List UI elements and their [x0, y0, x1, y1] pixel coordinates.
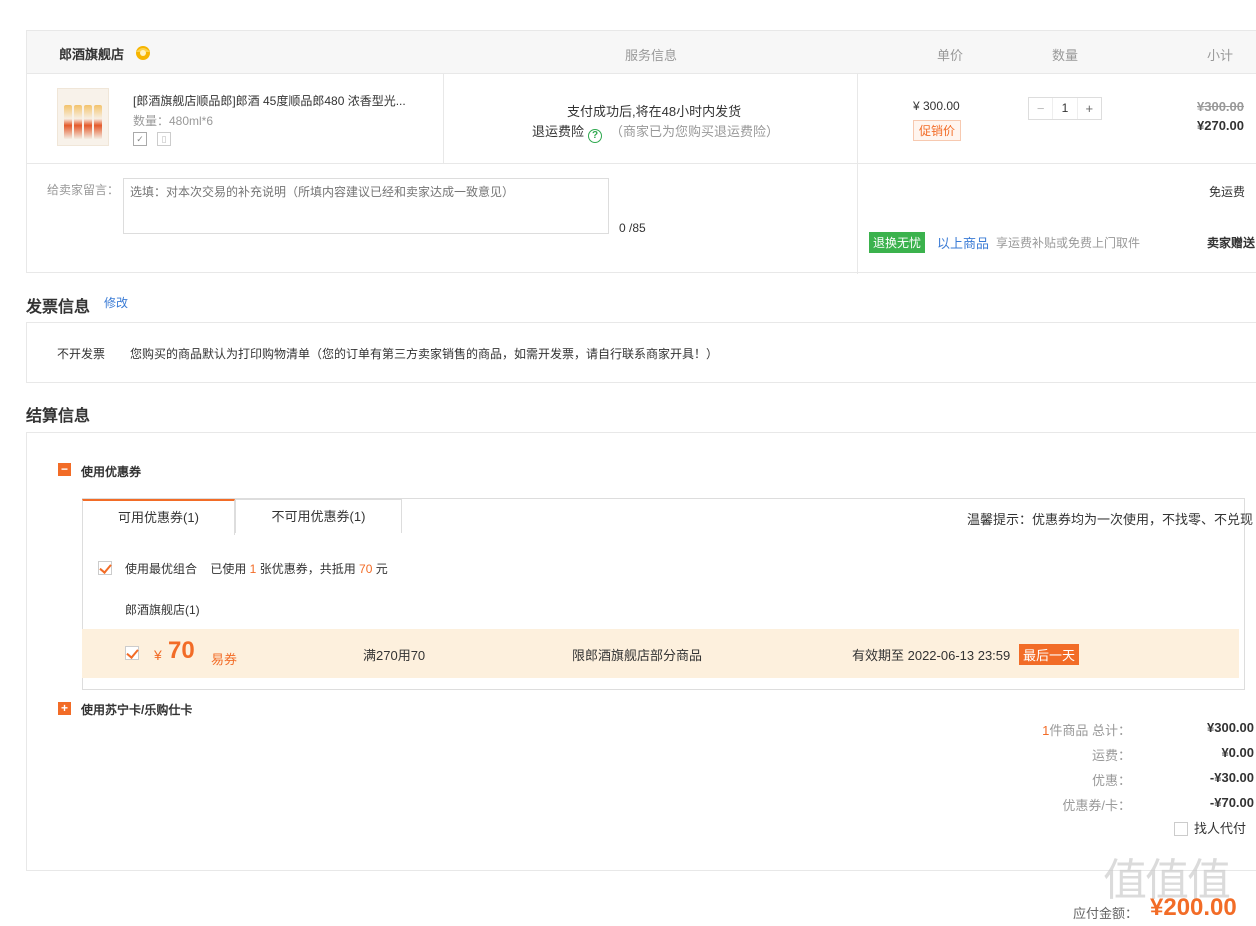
invoice-icon: ▯ — [157, 132, 171, 146]
tab-unavailable-coupons[interactable]: 不可用优惠券(1) — [235, 499, 402, 533]
freight-label: 运费： — [1091, 748, 1131, 763]
header-subtotal: 小计 — [1207, 48, 1234, 63]
freight-amount: ¥0.00 — [1221, 745, 1254, 760]
return-note: 享运费补贴或免费上门取件 — [996, 236, 1141, 250]
expand-card-icon[interactable]: + — [58, 702, 71, 715]
promo-badge: 促销价 — [913, 120, 962, 141]
header-service: 服务信息 — [625, 48, 678, 63]
card-section-label[interactable]: 使用苏宁卡/乐购仕卡 — [81, 701, 192, 718]
shop-name[interactable]: 郎酒旗舰店 — [59, 44, 124, 63]
header-unit-price: 单价 — [937, 48, 964, 63]
header-quantity: 数量 — [1052, 48, 1079, 63]
product-title[interactable]: [郎酒旗舰店顺品郎]郎酒 45度顺品郎480 浓香型光... — [133, 92, 428, 109]
quantity-input[interactable]: 1 — [1052, 98, 1078, 119]
coupon-checkbox[interactable] — [125, 646, 139, 660]
original-price: ¥300.00 — [1197, 99, 1244, 114]
proxy-pay-label[interactable]: 找人代付 — [1194, 818, 1246, 837]
collapse-coupon-icon[interactable]: − — [58, 463, 71, 476]
subtotal-price: ¥270.00 — [1197, 118, 1244, 133]
shipping-fee: 免运费 — [1209, 185, 1246, 199]
return-worry-free-badge: 退换无忧 — [869, 232, 926, 253]
total-amount: ¥300.00 — [1207, 720, 1254, 735]
seller-message-input[interactable] — [123, 178, 609, 234]
message-label: 给卖家留言： — [47, 183, 120, 197]
help-icon[interactable]: ? — [588, 129, 603, 143]
quantity-stepper: − 1 + — [1028, 97, 1102, 120]
order-header: 郎酒旗舰店 服务信息 单价 数量 小计 — [27, 31, 1256, 74]
promise-icon: ✓ — [133, 132, 147, 146]
coupon-rule: 满270用70 — [363, 648, 426, 663]
settlement-box: − 使用优惠券 可用优惠券(1) 不可用优惠券(1) 温馨提示：优惠券均为一次使… — [26, 432, 1256, 871]
total-label: 1件商品 总计： — [1042, 723, 1131, 738]
order-item-row: [郎酒旗舰店顺品郎]郎酒 45度顺品郎480 浓香型光... 数量：480ml*… — [27, 74, 1256, 164]
coupon-card-label: 优惠券/卡： — [1062, 798, 1131, 813]
payable-amount: ¥200.00 — [1150, 894, 1237, 921]
coupon-amount: 70 — [168, 637, 195, 664]
seller-gift: 卖家赠送 — [1207, 236, 1256, 250]
last-day-badge: 最后一天 — [1019, 644, 1080, 665]
coupon-tip: 温馨提示：优惠券均为一次使用，不找零、不兑现 — [967, 512, 1254, 527]
coupon-scope: 限郎酒旗舰店部分商品 — [572, 648, 703, 663]
invoice-title: 发票信息 — [26, 299, 91, 316]
settlement-title: 结算信息 — [26, 408, 91, 425]
decrease-button[interactable]: − — [1029, 98, 1052, 119]
shop-badge-icon — [136, 46, 150, 60]
increase-button[interactable]: + — [1078, 98, 1101, 119]
proxy-pay-checkbox[interactable] — [1174, 822, 1188, 836]
coupon-section-label[interactable]: 使用优惠券 — [81, 463, 141, 480]
coupon-item[interactable]: ¥ 70 易券 满270用70 限郎酒旗舰店部分商品 有效期至 2022-06-… — [82, 629, 1239, 678]
best-combo-text: 使用最优组合 已使用 1 张优惠券，共抵用 70 元 — [125, 562, 388, 576]
coupon-card-amount: -¥70.00 — [1209, 795, 1254, 810]
product-thumbnail[interactable] — [57, 88, 109, 146]
coupon-shop-name: 郎酒旗舰店(1) — [125, 603, 200, 617]
discount-amount: -¥30.00 — [1209, 770, 1254, 785]
invoice-box: 不开发票 您购买的商品默认为打印购物清单（您的订单有第三方卖家销售的商品，如需开… — [26, 322, 1256, 383]
delivery-promise: 支付成功后,将在48小时内发货 — [567, 104, 742, 119]
coupon-validity: 有效期至 2022-06-13 23:59 — [852, 648, 1011, 663]
message-counter: 0 /85 — [619, 221, 646, 235]
invoice-description: 您购买的商品默认为打印购物清单（您的订单有第三方卖家销售的商品，如需开发票，请自… — [130, 347, 719, 361]
best-combo-checkbox[interactable] — [98, 561, 112, 575]
discount-label: 优惠： — [1091, 773, 1131, 788]
return-insurance: 退运费险? （商家已为您购买退运费险） — [532, 124, 780, 143]
order-table: 郎酒旗舰店 服务信息 单价 数量 小计 [郎酒旗舰店顺品郎]郎酒 45度顺品郎4… — [26, 30, 1256, 274]
payable-label: 应付金额： — [1073, 906, 1139, 921]
unit-price: ¥ 300.00 — [913, 99, 960, 113]
invoice-edit-link[interactable]: 修改 — [104, 294, 128, 311]
return-goods-link[interactable]: 以上商品 — [937, 233, 989, 252]
tab-available-coupons[interactable]: 可用优惠券(1) — [82, 499, 235, 535]
coupon-currency: ¥ — [154, 647, 162, 663]
product-spec: 数量：480ml*6 — [133, 114, 214, 128]
coupon-type: 易券 — [211, 652, 238, 667]
invoice-type: 不开发票 — [57, 347, 106, 361]
